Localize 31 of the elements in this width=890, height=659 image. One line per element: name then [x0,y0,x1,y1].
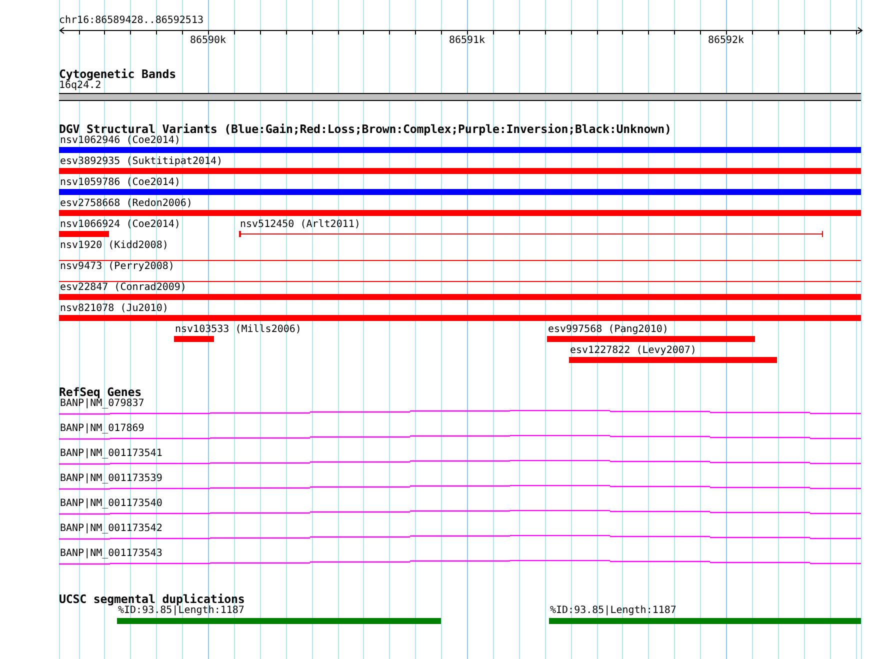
gene-label: BANP|NM_001173542 [60,523,162,535]
variant-label: nsv1920 (Kidd2008) [60,240,168,252]
variant-label: nsv1066924 (Coe2014) [60,219,180,231]
track-title: DGV Structural Variants (Blue:Gain;Red:Loss;Brown:Complex;Purple:Inversion;Black:Unknown) [59,123,672,135]
tick-label: 86592k [708,35,744,47]
duplication-label: %ID:93.85|Length:1187 [550,605,676,617]
gene-label: BANP|NM_001173540 [60,498,162,510]
variant-label: esv2758668 (Redon2006) [60,198,192,210]
variant-label: nsv512450 (Arlt2011) [240,219,360,231]
variant-label: esv1227822 (Levy2007) [570,345,696,357]
variant-label: nsv103533 (Mills2006) [175,324,302,336]
variant-label: esv22847 (Conrad2009) [60,282,186,294]
variant-label: esv3892935 (Suktitipat2014) [60,156,223,168]
variant-label: nsv1062946 (Coe2014) [60,135,180,147]
tick-label: 86590k [190,35,226,47]
variant-label: nsv9473 (Perry2008) [60,261,174,273]
track-title: Cytogenetic Bands [59,68,176,80]
gene-label: BANP|NM_001173543 [60,548,162,560]
variant-label: esv997568 (Pang2010) [548,324,668,336]
duplication-label: %ID:93.85|Length:1187 [118,605,244,617]
track-title: UCSC segmental duplications [59,593,245,605]
gene-label: BANP|NM_079837 [60,398,144,410]
gene-label: BANP|NM_001173539 [60,473,162,485]
tick-label: 86591k [448,35,486,47]
track-title: RefSeq Genes [59,386,142,398]
variant-label: nsv1059786 (Coe2014) [60,177,180,189]
coordinate-label: chr16:86589428..86592513 [59,15,204,27]
variant-label: nsv821078 (Ju2010) [60,303,168,315]
gene-label: BANP|NM_017869 [60,423,144,435]
gene-label: BANP|NM_001173541 [60,448,162,460]
band-label: 16q24.2 [59,80,102,92]
